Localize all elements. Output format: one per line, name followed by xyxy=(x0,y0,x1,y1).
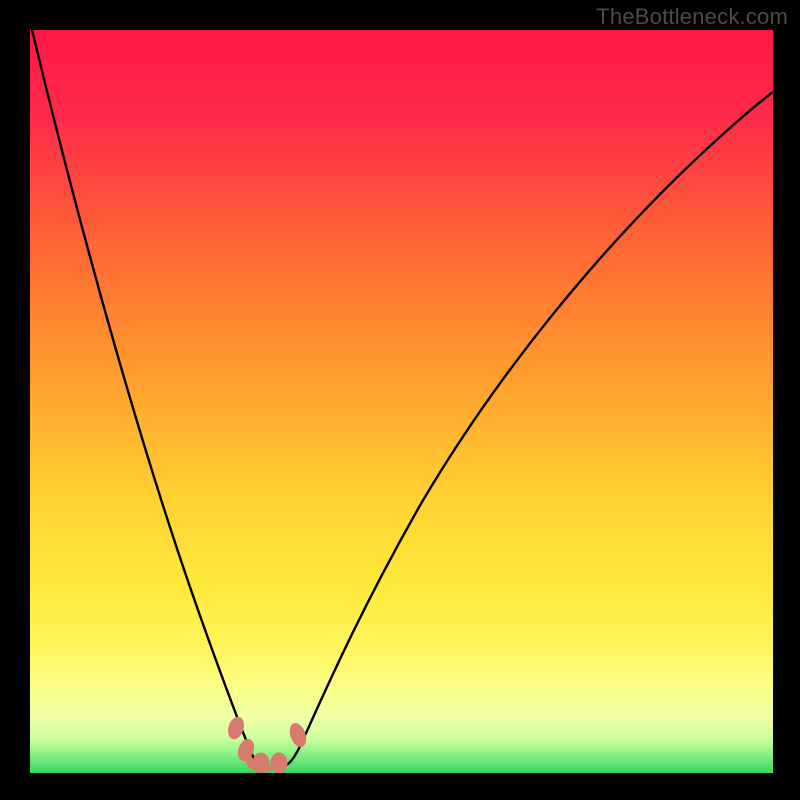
watermark-text: TheBottleneck.com xyxy=(596,4,788,30)
chart-frame: TheBottleneck.com xyxy=(0,0,800,800)
chart-svg xyxy=(30,30,773,773)
gradient-background xyxy=(30,30,773,773)
plot-area xyxy=(30,30,773,773)
marker-point xyxy=(271,753,287,773)
